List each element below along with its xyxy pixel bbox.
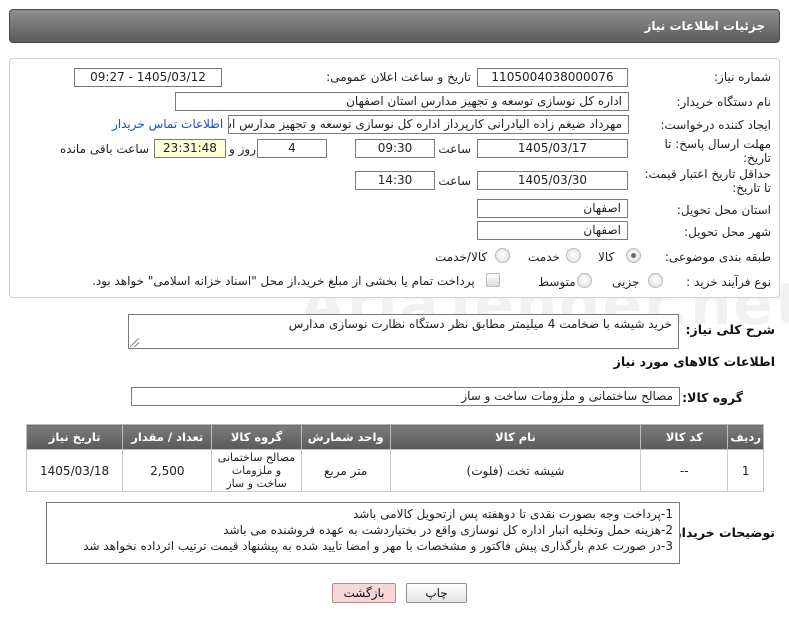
goods-table: ردیف کد کالا نام کالا واحد شمارش گروه کا… [25, 424, 764, 492]
cell-item-name: شیشه تخت (فلوت) [389, 449, 642, 492]
price-validity-date-label: تا تاریخ: [732, 181, 771, 195]
back-button[interactable]: بازگشت [332, 583, 396, 603]
city-field: اصفهان [477, 221, 628, 240]
col-item-group: گروه کالا [211, 424, 302, 450]
category-goods-service-label: کالا/خدمت [435, 250, 488, 264]
table-header-row: ردیف کد کالا نام کالا واحد شمارش گروه کا… [25, 424, 764, 450]
category-label: طبقه بندی موضوعی: [664, 250, 771, 264]
price-validity-label: حداقل تاریخ اعتبار قیمت: [644, 167, 771, 181]
col-need-date: تاریخ نیاز [25, 424, 124, 450]
col-item-code: کد کالا [640, 424, 729, 450]
time-remaining-field: 23:31:48 [154, 139, 226, 158]
category-goods-radio[interactable] [626, 248, 641, 263]
need-number-label: شماره نیاز: [714, 70, 771, 84]
print-button[interactable]: چاپ [406, 583, 467, 603]
table-row: 1 -- شیشه تخت (فلوت) متر مربع مصالح ساخت… [25, 449, 764, 492]
description-label: شرح کلی نیاز: [685, 322, 775, 337]
requester-label: ایجاد کننده درخواست: [660, 118, 771, 132]
buyer-notes-field: 1-پرداخت وجه بصورت نقدی تا دوهفته پس ازت… [46, 502, 680, 564]
price-validity-time-label: ساعت [438, 174, 471, 188]
city-label: شهر محل تحویل: [684, 225, 771, 239]
announce-datetime-label: تاریخ و ساعت اعلان عمومی: [326, 70, 471, 84]
treasury-payment-checkbox[interactable] [486, 273, 500, 287]
cell-item-code: -- [640, 449, 729, 492]
description-text: خرید شیشه با ضخامت 4 میلیمتر مطابق نظر د… [288, 317, 672, 331]
time-remaining-label: ساعت باقی مانده [60, 142, 150, 156]
resize-grip[interactable] [130, 338, 139, 347]
buyer-notes-label: توضیحات خریدار: [669, 525, 775, 540]
deadline-date-label: تاریخ: [743, 151, 771, 165]
goods-group-label: گروه کالا: [682, 390, 743, 405]
cell-quantity: 2,500 [122, 449, 213, 492]
col-row-number: ردیف [727, 424, 764, 450]
deadline-time-field: 09:30 [355, 139, 435, 158]
days-remaining-field: 4 [257, 139, 327, 158]
goods-section-title: اطلاعات کالاهای مورد نیاز [613, 354, 775, 369]
province-label: استان محل تحویل: [676, 203, 771, 217]
deadline-label: مهلت ارسال پاسخ: تا [664, 137, 771, 151]
buyer-contact-link[interactable]: اطلاعات تماس خریدار [112, 117, 223, 131]
window-titlebar: جزئیات اطلاعات نیاز [9, 9, 780, 43]
province-field: اصفهان [477, 199, 628, 218]
col-item-name: نام کالا [389, 424, 642, 450]
purchase-minor-radio[interactable] [648, 273, 663, 288]
purchase-medium-label: متوسط [538, 275, 576, 289]
buyer-org-field: اداره کل نوسازی توسعه و تجهیز مدارس استا… [175, 92, 629, 111]
buyer-note-line-1: 1-پرداخت وجه بصورت نقدی تا دوهفته پس ازت… [353, 507, 673, 521]
category-goods-label: کالا [598, 250, 615, 264]
buyer-org-label: نام دستگاه خریدار: [676, 95, 772, 109]
col-quantity: تعداد / مقدار [122, 424, 213, 450]
announce-datetime-field: 1405/03/12 - 09:27 [74, 68, 222, 87]
purchase-type-label: نوع فرآیند خرید : [686, 275, 771, 289]
category-service-label: خدمت [528, 250, 560, 264]
treasury-payment-note: پرداخت تمام یا بخشی از مبلغ خرید،از محل … [92, 274, 475, 288]
description-field: خرید شیشه با ضخامت 4 میلیمتر مطابق نظر د… [128, 314, 679, 349]
price-validity-time-field: 14:30 [355, 171, 435, 190]
deadline-date-field: 1405/03/17 [477, 139, 628, 158]
cell-unit: متر مربع [300, 449, 391, 492]
buyer-note-line-2: 2-هزینه حمل وتخلیه انبار اداره کل نوسازی… [223, 523, 673, 537]
window-title: جزئیات اطلاعات نیاز [644, 19, 765, 33]
purchase-medium-radio[interactable] [577, 273, 592, 288]
page: AriaTender.net جزئیات اطلاعات نیاز شماره… [0, 0, 789, 619]
category-goods-service-radio[interactable] [495, 248, 510, 263]
col-unit: واحد شمارش [300, 424, 391, 450]
goods-group-field: مصالح ساختمانی و ملزومات ساخت و ساز [131, 387, 680, 406]
cell-need-date: 1405/03/18 [25, 449, 124, 492]
price-validity-date-field: 1405/03/30 [477, 171, 628, 190]
need-number-field: 1105004038000076 [477, 68, 628, 87]
cell-row-number: 1 [727, 449, 764, 492]
days-label: روز و [229, 142, 256, 156]
deadline-time-label: ساعت [438, 142, 471, 156]
cell-item-group: مصالح ساختمانی و ملزومات ساخت و ساز [211, 449, 302, 492]
requester-field: مهرداد ضیغم زاده الیادرانی کارپرداز ادار… [228, 115, 629, 134]
category-service-radio[interactable] [566, 248, 581, 263]
buyer-note-line-3: 3-در صورت عدم بارگذاری پیش فاکتور و مشخص… [83, 539, 673, 553]
purchase-minor-label: جزیی [612, 275, 640, 289]
